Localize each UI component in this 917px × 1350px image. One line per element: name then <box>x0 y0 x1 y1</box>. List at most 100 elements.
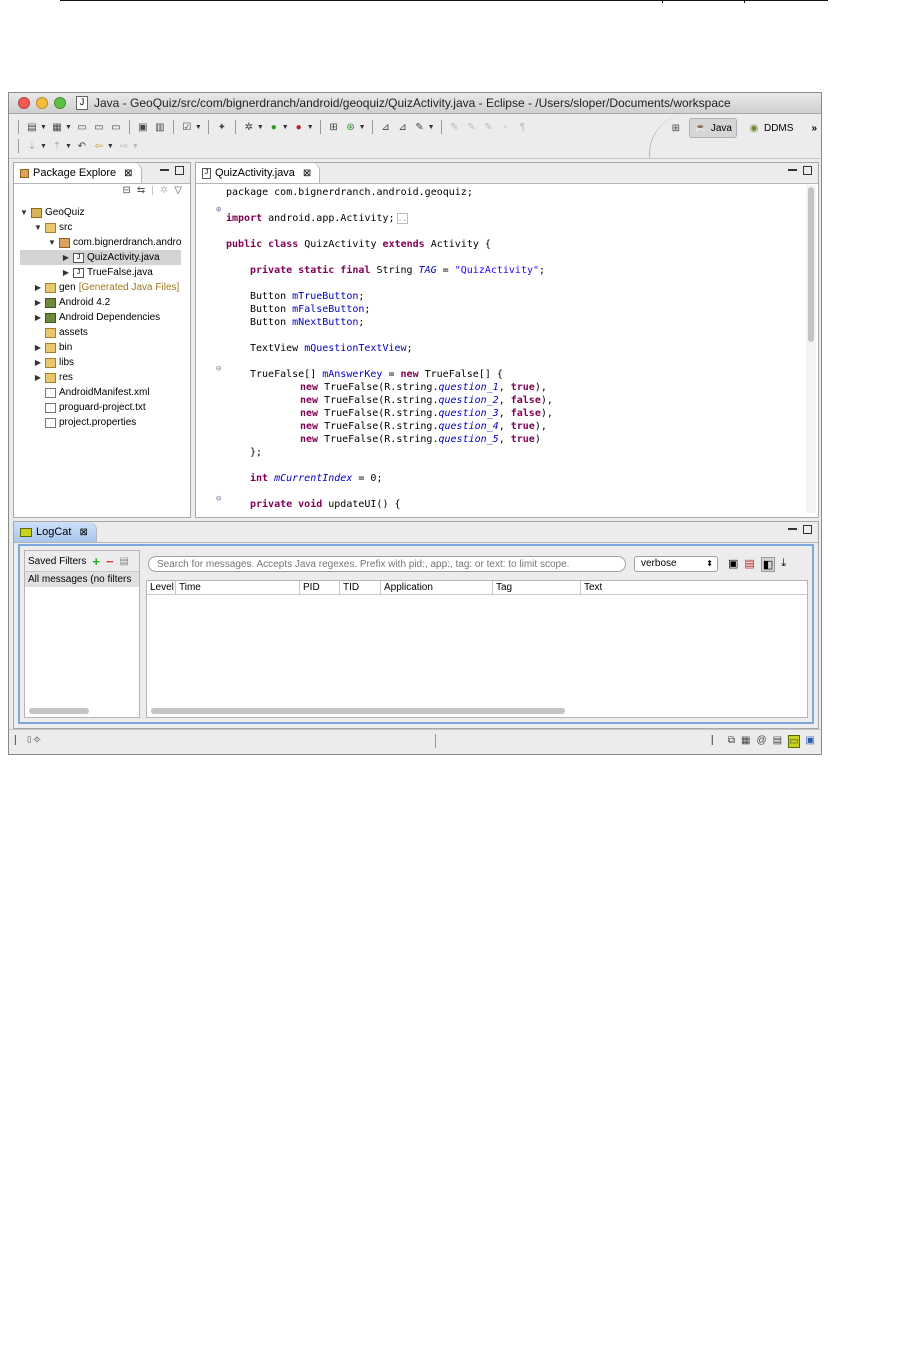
tree-item[interactable]: ▶ Android 4.2 <box>20 295 181 310</box>
zoom-window-button[interactable] <box>54 97 66 109</box>
tree-item[interactable]: ▼ src <box>20 220 181 235</box>
next-annotation-icon[interactable]: ⇣ <box>25 139 39 153</box>
logcat-trim-icon[interactable]: ▭ <box>788 735 800 748</box>
clear-log-icon[interactable]: ▤ <box>744 557 754 572</box>
maximize-view-icon[interactable] <box>803 525 812 534</box>
fast-view-icon[interactable]: ⎸▯✧ <box>15 735 41 746</box>
dropdown-arrow-icon[interactable]: ▼ <box>132 143 139 150</box>
dropdown-arrow-icon[interactable]: ▼ <box>40 143 47 150</box>
tree-item[interactable]: ▼ GeoQuiz <box>20 205 181 220</box>
collapsed-arrow-icon[interactable]: ▶ <box>34 355 42 370</box>
new-icon[interactable]: ▤ <box>25 120 39 134</box>
expanded-arrow-icon[interactable]: ▼ <box>48 235 56 250</box>
tree-item[interactable]: ▶ libs <box>20 355 181 370</box>
external-tools-icon[interactable]: ● <box>292 120 306 134</box>
tree-item[interactable]: project.properties <box>20 415 181 430</box>
dropdown-arrow-icon[interactable]: ▼ <box>195 124 202 131</box>
collapse-fold-icon[interactable]: ⊖ <box>216 494 221 504</box>
collapsed-arrow-icon[interactable]: ▶ <box>34 340 42 355</box>
dropdown-arrow-icon[interactable]: ▼ <box>65 124 72 131</box>
last-edit-location-icon[interactable]: ↶ <box>75 139 89 153</box>
minimize-view-icon[interactable] <box>160 169 169 171</box>
toggle-filters-pane-icon[interactable]: ◧ <box>760 557 776 572</box>
toggle-block-selection-icon[interactable]: ✎ <box>482 120 496 134</box>
print-icon[interactable]: ▭ <box>109 120 123 134</box>
column-header-tag[interactable]: Tag <box>492 581 512 594</box>
restore-icon[interactable]: ⧉ <box>728 735 735 748</box>
dropdown-arrow-icon[interactable]: ▼ <box>428 124 435 131</box>
previous-annotation-icon[interactable]: ⇡ <box>50 139 64 153</box>
tree-item[interactable]: AndroidManifest.xml <box>20 385 181 400</box>
tab-quizactivity-java[interactable]: J QuizActivity.java ⊠ <box>196 163 321 183</box>
collapsed-arrow-icon[interactable]: ▶ <box>34 310 42 325</box>
minimize-window-button[interactable] <box>36 97 48 109</box>
expanded-arrow-icon[interactable]: ▼ <box>34 220 42 235</box>
edit-filter-icon[interactable]: ▤ <box>120 556 129 567</box>
view-menu-icon[interactable]: ▽ <box>174 185 182 196</box>
tree-item[interactable]: ▶ J QuizActivity.java <box>20 250 182 265</box>
maximize-view-icon[interactable] <box>175 166 184 175</box>
column-header-text[interactable]: Text <box>580 581 602 594</box>
log-horizontal-scrollbar[interactable] <box>151 708 565 714</box>
column-header-time[interactable]: Time <box>175 581 201 594</box>
tree-item[interactable]: proguard-project.txt <box>20 400 181 415</box>
remove-filter-icon[interactable]: − <box>106 554 114 569</box>
debug-icon[interactable]: ✲ <box>242 120 256 134</box>
dropdown-arrow-icon[interactable]: ▼ <box>65 143 72 150</box>
save-all-icon[interactable]: ▭ <box>92 120 106 134</box>
ddms-perspective-button[interactable]: ◉ DDMS <box>743 119 797 137</box>
minimize-view-icon[interactable] <box>788 169 797 171</box>
column-header-application[interactable]: Application <box>380 581 433 594</box>
new-xml-file-icon[interactable]: ✦ <box>215 120 229 134</box>
filter-all-messages[interactable]: All messages (no filters <box>25 572 139 587</box>
column-header-pid[interactable]: PID <box>299 581 320 594</box>
column-header-level[interactable]: Level <box>147 581 174 594</box>
log-level-select[interactable]: verbose ⬍ <box>634 556 718 572</box>
tab-logcat[interactable]: LogCat ⊠ <box>14 522 97 542</box>
new-android-project-icon[interactable]: ▦ <box>50 120 64 134</box>
run-icon[interactable]: ● <box>267 120 281 134</box>
folded-code-marker[interactable]: .. <box>396 213 409 224</box>
tree-item[interactable]: ▶ J TrueFalse.java <box>20 265 181 280</box>
tree-item[interactable]: ▼ com.bignerdranch.andro <box>20 235 181 250</box>
toggle-breadcrumb-icon[interactable]: ✎ <box>465 120 479 134</box>
save-log-icon[interactable]: ▣ <box>728 557 738 572</box>
column-header-tid[interactable]: TID <box>339 581 359 594</box>
collapse-fold-icon[interactable]: ⊖ <box>216 364 221 374</box>
scrollbar-thumb[interactable] <box>808 187 814 342</box>
dropdown-arrow-icon[interactable]: ▼ <box>40 124 47 131</box>
android-sdk-manager-icon[interactable]: ▣ <box>136 120 150 134</box>
scroll-lock-icon[interactable]: ⤓ <box>781 557 786 572</box>
collapsed-arrow-icon[interactable]: ▶ <box>62 250 70 265</box>
code-editor[interactable]: ⊕ ⊖ ⊖ package com.bignerdranch.android.g… <box>196 183 804 517</box>
more-perspectives-button[interactable]: » <box>811 123 817 134</box>
new-java-package-icon[interactable]: ⊞ <box>327 120 341 134</box>
open-perspective-icon[interactable]: ⊞ <box>669 121 683 135</box>
search-icon[interactable]: ✎ <box>413 120 427 134</box>
back-icon[interactable]: ⇦ <box>92 139 106 153</box>
dropdown-arrow-icon[interactable]: ▼ <box>257 124 264 131</box>
open-task-icon[interactable]: ⊿ <box>396 120 410 134</box>
tree-item[interactable]: assets <box>20 325 181 340</box>
dropdown-arrow-icon[interactable]: ▼ <box>107 143 114 150</box>
editor-vertical-scrollbar[interactable] <box>806 185 816 513</box>
toggle-mark-occurrences-icon[interactable]: ✎ <box>448 120 462 134</box>
show-whitespace-icon[interactable]: ▫ <box>499 120 513 134</box>
add-filter-icon[interactable]: + <box>92 554 100 569</box>
maximize-view-icon[interactable] <box>803 166 812 175</box>
javadoc-view-icon[interactable]: @ <box>756 735 766 748</box>
problems-view-icon[interactable]: ▦ <box>741 735 750 748</box>
minimize-view-icon[interactable] <box>788 528 797 530</box>
open-type-icon[interactable]: ⊿ <box>379 120 393 134</box>
dropdown-arrow-icon[interactable]: ▼ <box>307 124 314 131</box>
expanded-arrow-icon[interactable]: ▼ <box>20 205 28 220</box>
collapsed-arrow-icon[interactable]: ▶ <box>34 295 42 310</box>
tab-package-explorer[interactable]: Package Explore ⊠ <box>14 163 142 183</box>
filter-icon[interactable]: ✲ <box>160 185 168 196</box>
forward-icon[interactable]: ⇨ <box>117 139 131 153</box>
collapse-all-icon[interactable]: ⊟ <box>123 185 131 196</box>
tree-item[interactable]: ▶ gen [Generated Java Files] <box>20 280 181 295</box>
close-tab-icon[interactable]: ⊠ <box>79 527 87 538</box>
link-with-editor-icon[interactable]: ⇆ <box>137 185 145 196</box>
tree-item[interactable]: ▶ bin <box>20 340 181 355</box>
